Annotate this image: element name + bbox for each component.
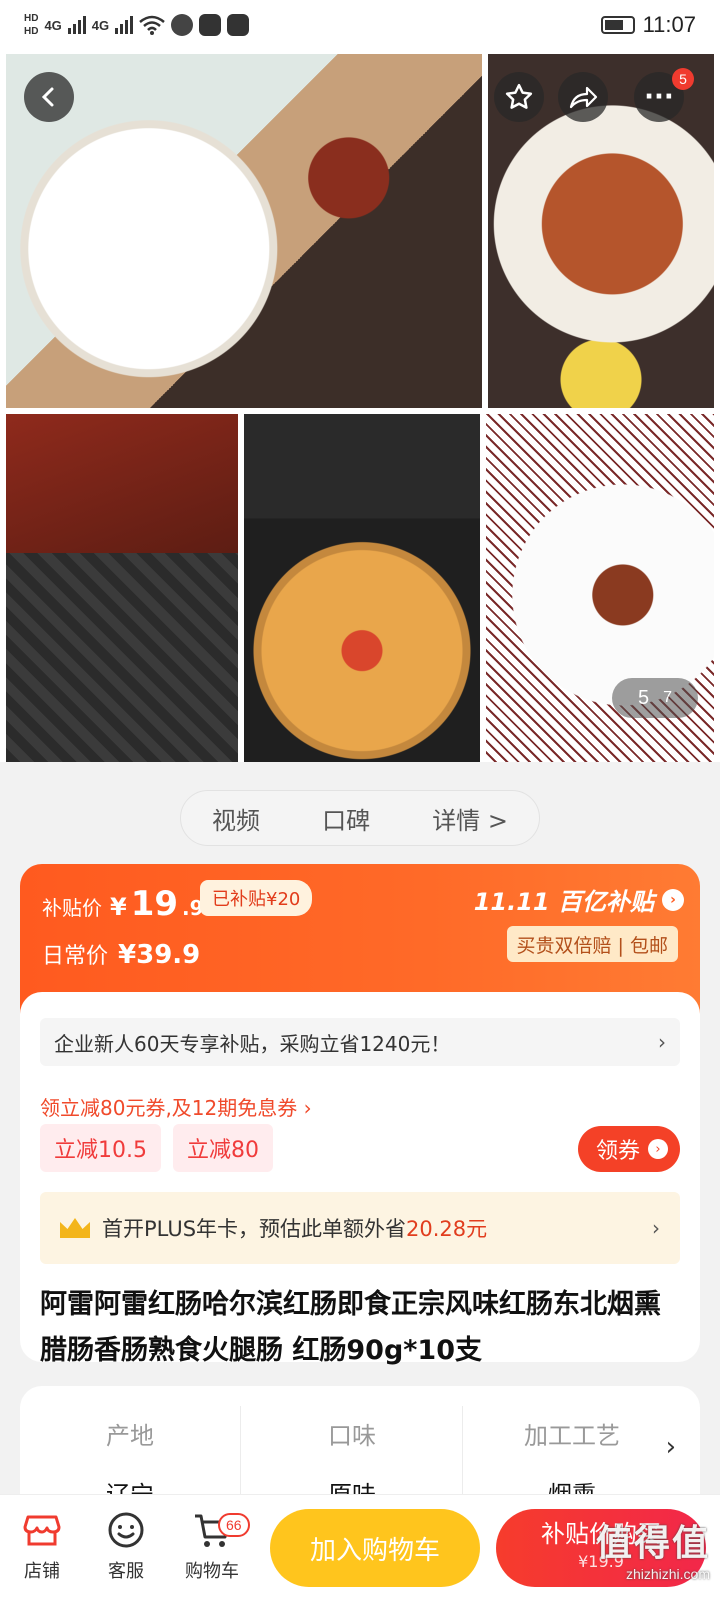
spec-key: 口味 <box>328 1422 376 1450</box>
product-photo-bbq <box>6 414 238 762</box>
customer-service-button[interactable]: 客服 <box>86 1511 166 1583</box>
product-info-card: 企业新人60天专享补贴，采购立省1240元！ › 领立减80元券,及12期免息券… <box>20 992 700 1366</box>
back-button[interactable] <box>24 72 74 122</box>
divider <box>240 1406 241 1496</box>
time-text: 11:07 <box>642 12 696 37</box>
plus-membership-text: 首开PLUS年卡，预估此单额外省20.28元 <box>102 1213 487 1243</box>
tab-reviews[interactable]: 口碑 <box>322 801 370 836</box>
spec-key: 产地 <box>106 1422 154 1450</box>
store-label: 店铺 <box>24 1561 60 1582</box>
battery-icon <box>600 16 635 34</box>
cart-label: 购物车 <box>185 1561 239 1582</box>
more-dots-icon: ··· <box>644 82 674 112</box>
hd-labels: HD HD <box>24 12 38 38</box>
regular-price: 日常价 ¥39.9 <box>42 938 200 970</box>
image-counter-total: 7 <box>663 689 673 706</box>
divider <box>462 1406 463 1496</box>
cart-count-badge: 66 <box>218 1513 250 1537</box>
enterprise-subsidy-bar[interactable]: 企业新人60天专享补贴，采购立省1240元！ › <box>40 1018 680 1066</box>
tab-video[interactable]: 视频 <box>212 801 260 836</box>
signal-indicators: HD HD 4G 4G <box>24 12 250 38</box>
regular-price-label: 日常价 <box>42 944 109 969</box>
subsidy-price: 补贴价 ¥ 19 .9 <box>42 884 204 924</box>
discount-chips: 立减10.5 立减80 <box>40 1124 273 1172</box>
store-button[interactable]: 店铺 <box>2 1511 82 1583</box>
clock: 11:07 <box>600 12 696 38</box>
subsidy-price-label: 补贴价 <box>42 896 102 920</box>
chevron-right-icon: › <box>648 1139 668 1159</box>
content-tabs: 视频 口碑 详情 > <box>180 790 540 846</box>
chevron-right-icon: › <box>652 1216 660 1240</box>
hd-label-2: HD <box>24 26 39 37</box>
signal-bars-icon <box>115 16 134 34</box>
billion-subsidy-link[interactable]: 11.11 百亿补贴 › <box>474 882 684 917</box>
status-bar: HD HD 4G 4G 11:07 <box>0 0 720 50</box>
plus-savings-amount: 20.28元 <box>406 1217 488 1241</box>
spec-key: 加工工艺 <box>524 1422 620 1450</box>
watermark: 值得值 zhizhizhi.com <box>596 1514 710 1582</box>
plus-membership-bar[interactable]: 首开PLUS年卡，预估此单额外省20.28元 › <box>40 1192 680 1264</box>
share-button[interactable] <box>558 72 608 122</box>
product-title: 阿雷阿雷红肠哈尔滨红肠即食正宗风味红肠东北烟熏腊肠香肠熟食火腿肠 红肠90g*1… <box>40 1289 661 1366</box>
discount-chip[interactable]: 立减10.5 <box>40 1124 161 1172</box>
get-coupon-button[interactable]: 领券 › <box>577 1126 680 1172</box>
chevron-right-icon: › <box>662 888 684 911</box>
hd-label-1: HD <box>24 13 39 24</box>
chevron-right-icon: › <box>658 1030 666 1054</box>
crown-icon <box>60 1218 90 1238</box>
billion-subsidy-logo: 11.11 百亿补贴 <box>473 888 654 916</box>
product-gallery[interactable]: ··· 5 5 7 <box>0 50 720 762</box>
hand-notification-icon <box>171 14 194 36</box>
tab-details[interactable]: 详情 > <box>432 801 508 836</box>
app-notification-icon <box>199 14 222 36</box>
watermark-url: zhizhizhi.com <box>625 1566 710 1582</box>
price-integer: 19 <box>130 884 179 924</box>
app-notification-icon <box>227 14 250 36</box>
image-counter: 5 7 <box>612 678 698 718</box>
star-icon <box>505 83 533 109</box>
coupon-offer-link[interactable]: 领立减80元券,及12期免息券 › <box>40 1092 312 1121</box>
signal-bars-icon <box>67 16 86 34</box>
guarantee-badge: 买贵双倍赔 | 包邮 <box>506 926 678 962</box>
chat-smile-icon <box>106 1511 146 1549</box>
sim2-label: 4G <box>91 17 110 33</box>
customer-service-label: 客服 <box>108 1561 144 1582</box>
discount-chip[interactable]: 立减80 <box>173 1124 273 1172</box>
subsidy-tag: 已补贴¥20 <box>200 880 313 916</box>
share-icon <box>569 86 598 109</box>
notification-badge: 5 <box>672 68 694 90</box>
currency-symbol: ¥ <box>110 893 127 921</box>
wifi-icon <box>139 15 165 35</box>
image-counter-current: 5 <box>637 686 650 709</box>
watermark-logo: 值得值 <box>595 1522 710 1563</box>
store-icon <box>22 1511 62 1549</box>
product-photo-fried-rice <box>6 54 482 408</box>
chevron-right-icon: › <box>665 1432 676 1462</box>
add-to-cart-button[interactable]: 加入购物车 <box>270 1509 480 1587</box>
product-photo-pizza <box>244 414 480 762</box>
enterprise-subsidy-text: 企业新人60天专享补贴，采购立省1240元！ <box>54 1031 451 1056</box>
plus-prefix: 首开PLUS年卡，预估此单额外省 <box>102 1217 407 1241</box>
chevron-left-icon <box>41 87 54 107</box>
sim1-label: 4G <box>44 17 62 33</box>
regular-price-value: ¥39.9 <box>118 940 201 970</box>
favorite-button[interactable] <box>494 72 544 122</box>
get-coupon-label: 领券 <box>595 1139 640 1164</box>
